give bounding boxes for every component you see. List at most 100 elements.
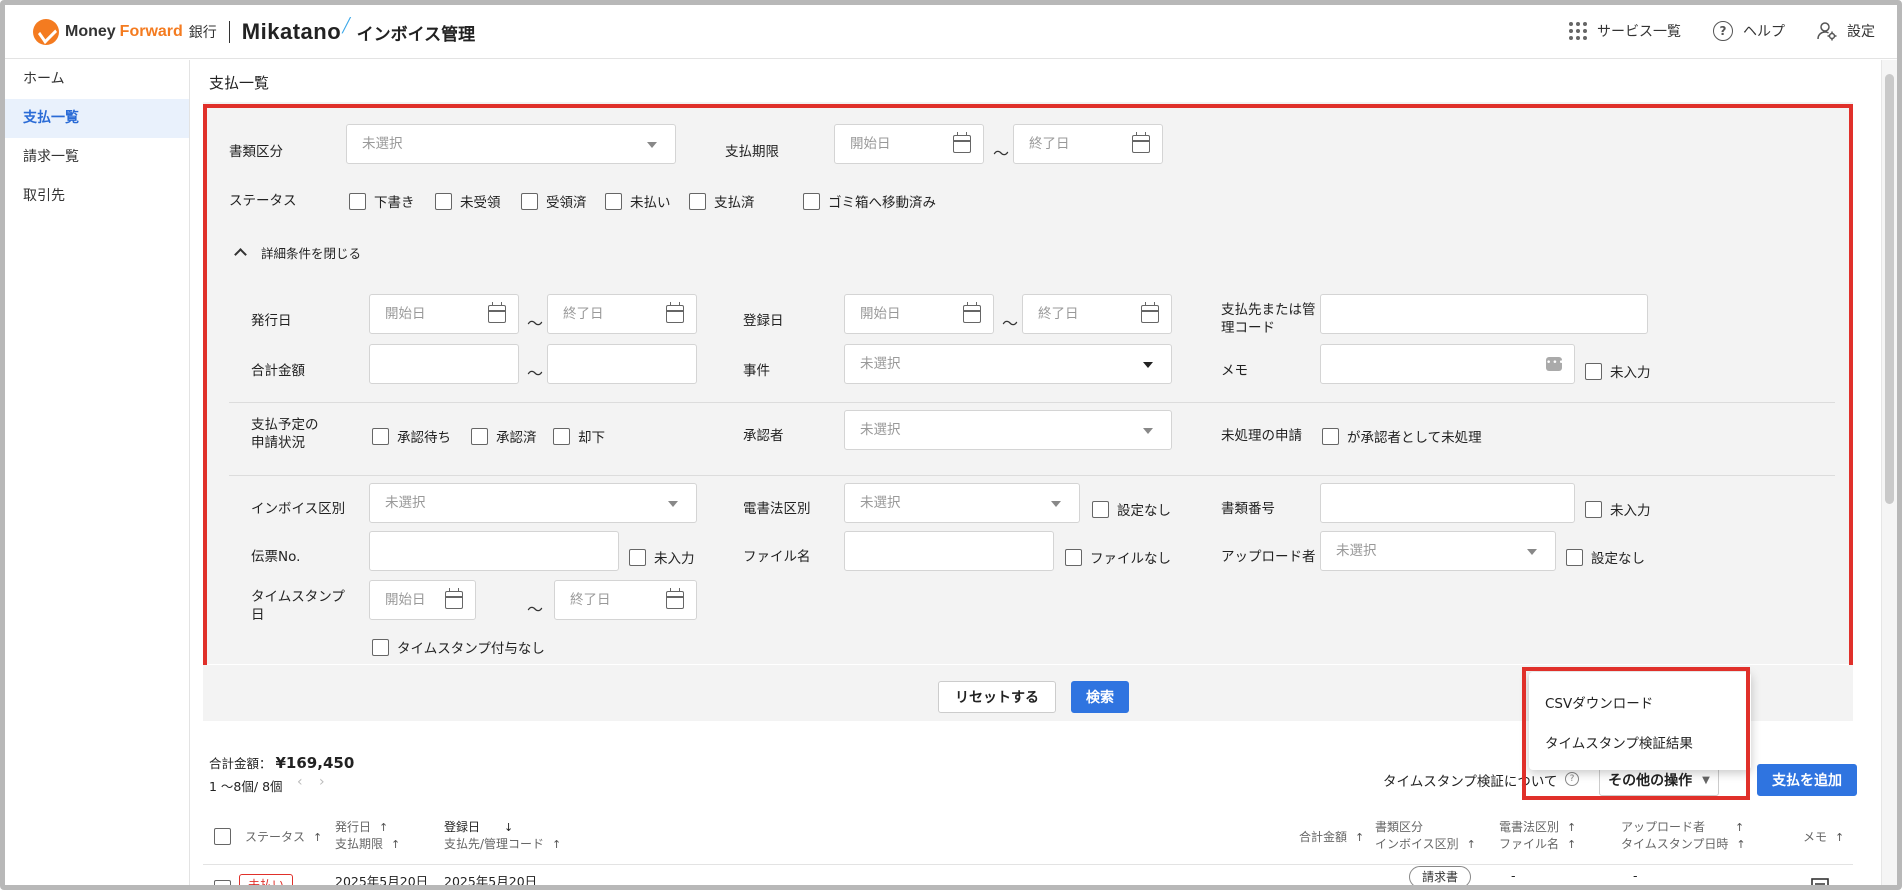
status-unreceived-checkbox[interactable]: 未受領	[435, 191, 501, 211]
calendar-icon	[953, 132, 971, 153]
vertical-scrollbar[interactable]	[1881, 60, 1897, 885]
sort-up-icon: ↑	[1355, 831, 1365, 844]
next-page-icon[interactable]: ›	[319, 774, 325, 790]
doc-type-select[interactable]: 未選択	[346, 124, 676, 164]
timestamp-end-input[interactable]: 終了日	[554, 580, 697, 620]
ebook-type-select[interactable]: 未選択	[844, 483, 1080, 523]
row-checkbox[interactable]	[214, 880, 231, 885]
th-memo[interactable]: メモ ↑	[1803, 829, 1844, 846]
timestamp-range-tilde: 〜	[527, 600, 544, 619]
services-menu[interactable]: サービス一覧	[1569, 21, 1681, 41]
chevron-down-icon	[1143, 428, 1153, 434]
register-end-input[interactable]: 終了日	[1022, 294, 1172, 334]
select-all-checkbox[interactable]	[214, 828, 231, 845]
brand-logo[interactable]: Money Forward 銀行 Mikatano ╱ インボイス管理	[33, 18, 475, 45]
total-min-input[interactable]	[369, 344, 519, 384]
approver-value: 未選択	[860, 422, 901, 438]
th-total-label: 合計金額	[1299, 830, 1348, 844]
th-doctype-invoice[interactable]: 書類区分 インボイス区別 ↑	[1375, 819, 1476, 853]
uploader-select[interactable]: 未選択	[1320, 531, 1556, 571]
memo-input[interactable]: •••	[1320, 344, 1575, 384]
register-start-input[interactable]: 開始日	[844, 294, 994, 334]
uploader-no-setting-checkbox[interactable]: 設定なし	[1566, 547, 1645, 567]
status-trashed-checkbox[interactable]: ゴミ箱へ移動済み	[803, 191, 936, 211]
approval-waiting-checkbox[interactable]: 承認待ち	[372, 426, 451, 446]
doc-type-value: 未選択	[362, 136, 403, 152]
total-max-input[interactable]	[547, 344, 697, 384]
calendar-icon	[488, 302, 506, 323]
memo-icon[interactable]	[1811, 878, 1829, 890]
status-paid-checkbox[interactable]: 支払済	[689, 191, 755, 211]
detail-toggle-link[interactable]: 詳細条件を閉じる	[261, 245, 361, 263]
sidebar-item-invoices[interactable]: 請求一覧	[5, 138, 189, 177]
no-timestamp-checkbox[interactable]: タイムスタンプ付与なし	[372, 637, 545, 657]
status-received-checkbox[interactable]: 受領済	[521, 191, 587, 211]
approver-label: 承認者	[743, 428, 784, 444]
voucher-unentered-checkbox[interactable]: 未入力	[629, 547, 695, 567]
th-ebook-type-label: 電書法区別	[1499, 820, 1560, 834]
th-issue-due[interactable]: 発行日 ↑ 支払期限 ↑	[335, 819, 400, 853]
add-payment-button[interactable]: 支払を追加	[1757, 764, 1857, 796]
row-uploader: -	[1633, 868, 1638, 883]
chevron-down-icon	[1051, 501, 1061, 507]
timestamp-verify-about-link[interactable]: タイムスタンプ検証について	[1383, 770, 1557, 790]
filter-panel: 書類区分 未選択 支払期限 開始日 〜 終了日 ステータス 下書き 未受領 受領…	[203, 102, 1853, 664]
th-total[interactable]: 合計金額 ↑	[1299, 829, 1364, 846]
issue-start-input[interactable]: 開始日	[369, 294, 519, 334]
app-frame: Money Forward 銀行 Mikatano ╱ インボイス管理 サービス…	[0, 0, 1902, 890]
case-select[interactable]: 未選択	[844, 344, 1172, 384]
doc-number-unentered-checkbox[interactable]: 未入力	[1585, 499, 1651, 519]
status-unreceived-label: 未受領	[460, 195, 501, 211]
chevron-down-icon	[668, 501, 678, 507]
register-range-tilde: 〜	[1002, 314, 1019, 333]
ebook-type-value: 未選択	[860, 495, 901, 511]
sidebar-item-home[interactable]: ホーム	[5, 60, 189, 99]
partner-code-input[interactable]	[1320, 294, 1648, 334]
row-ebook-type: -	[1511, 868, 1516, 883]
question-icon[interactable]: ?	[1565, 772, 1579, 786]
ebook-no-setting-checkbox[interactable]: 設定なし	[1092, 499, 1171, 519]
status-draft-checkbox[interactable]: 下書き	[349, 191, 415, 211]
menu-item-timestamp-result[interactable]: タイムスタンプ検証結果	[1545, 732, 1693, 752]
help-menu[interactable]: ? ヘルプ	[1713, 21, 1785, 41]
row-status-badge: 未払い	[239, 874, 294, 885]
search-button[interactable]: 検索	[1071, 681, 1129, 713]
th-due-date-label: 支払期限	[335, 837, 384, 851]
voucher-input[interactable]	[369, 531, 619, 571]
invoice-type-value: 未選択	[385, 495, 426, 511]
file-name-label: ファイル名	[743, 549, 811, 565]
case-value: 未選択	[860, 356, 901, 372]
prev-page-icon[interactable]: ‹	[297, 774, 303, 790]
sidebar-item-payments[interactable]: 支払一覧	[5, 99, 189, 138]
brand-bank-text: 銀行	[188, 25, 217, 41]
pending-checkbox[interactable]: が承認者として未処理	[1322, 426, 1482, 446]
memo-unentered-checkbox[interactable]: 未入力	[1585, 361, 1651, 381]
doc-number-input[interactable]	[1320, 483, 1575, 523]
th-ebook-file[interactable]: 電書法区別 ↑ ファイル名 ↑	[1499, 819, 1576, 853]
issue-end-input[interactable]: 終了日	[547, 294, 697, 334]
status-unpaid-checkbox[interactable]: 未払い	[605, 191, 671, 211]
th-register-partner[interactable]: 登録日 ↓ 支払先/管理コード ↑	[444, 819, 561, 853]
brand-money-text: Money	[65, 23, 116, 40]
memo-unentered-label: 未入力	[1610, 365, 1651, 381]
approval-approved-checkbox[interactable]: 承認済	[471, 426, 537, 446]
timestamp-start-input[interactable]: 開始日	[369, 580, 476, 620]
doc-number-label: 書類番号	[1221, 501, 1275, 517]
reset-button[interactable]: リセットする	[938, 681, 1056, 713]
approver-select[interactable]: 未選択	[844, 410, 1172, 450]
file-name-input[interactable]	[844, 531, 1054, 571]
settings-menu[interactable]: 設定	[1817, 21, 1875, 41]
th-uploader-timestamp[interactable]: アップロード者 ↑ タイムスタンプ日時 ↑	[1621, 819, 1746, 853]
invoice-type-select[interactable]: 未選択	[369, 483, 697, 523]
menu-item-csv-download[interactable]: CSVダウンロード	[1545, 692, 1653, 712]
pending-option-label: が承認者として未処理	[1347, 430, 1482, 446]
approval-rejected-checkbox[interactable]: 却下	[553, 426, 605, 446]
scrollbar-thumb[interactable]	[1885, 74, 1894, 504]
no-file-checkbox[interactable]: ファイルなし	[1065, 547, 1171, 567]
th-status[interactable]: ステータス ↑	[245, 829, 322, 846]
user-settings-icon	[1817, 22, 1837, 41]
sort-up-icon: ↑	[313, 831, 323, 844]
sidebar-item-partners[interactable]: 取引先	[5, 177, 189, 216]
due-end-input[interactable]: 終了日	[1013, 124, 1163, 164]
due-start-input[interactable]: 開始日	[834, 124, 984, 164]
